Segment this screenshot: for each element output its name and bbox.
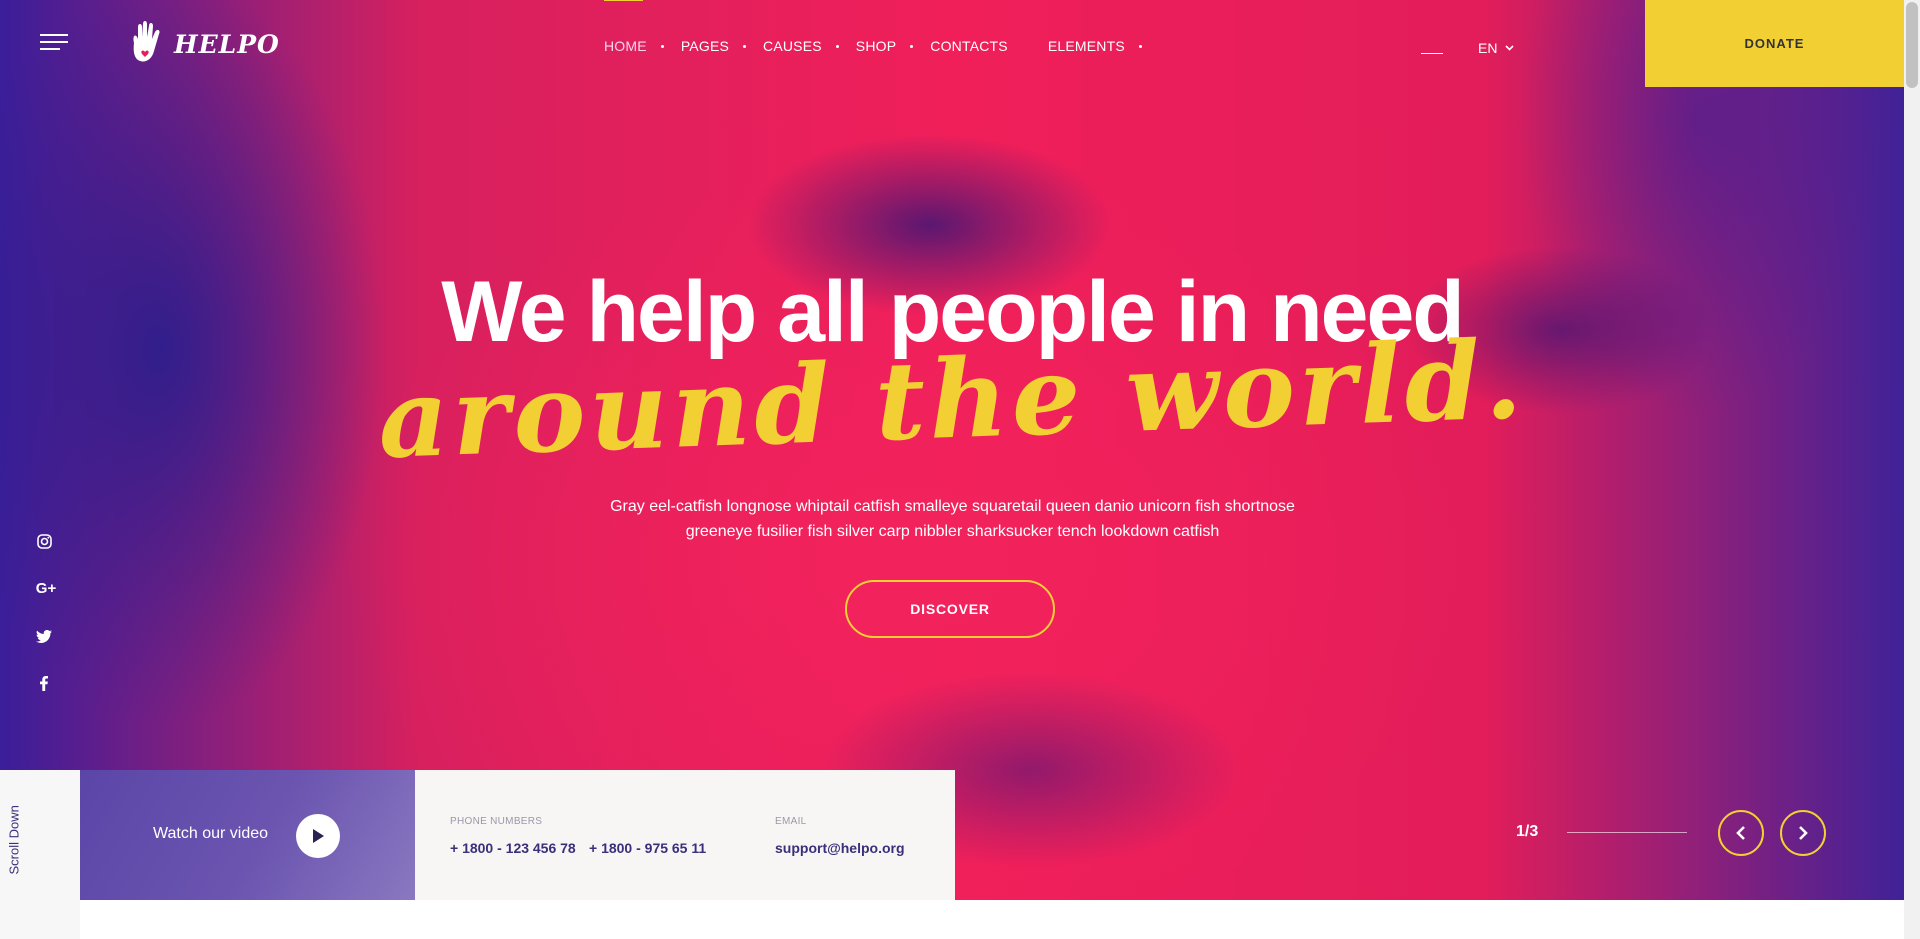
nav-elements[interactable]: ELEMENTS <box>1048 38 1125 54</box>
logo[interactable]: HELPO <box>128 20 280 68</box>
discover-button[interactable]: DISCOVER <box>845 580 1055 638</box>
phone-label: PHONE NUMBERS <box>450 816 543 827</box>
phone-number-1[interactable]: + 1800 - 123 456 78 <box>450 840 576 856</box>
hero-description-line: Gray eel-catfish longnose whiptail catfi… <box>610 498 1295 515</box>
scroll-down-link[interactable]: Scroll Down <box>7 805 22 874</box>
nav-separator-dot <box>910 44 914 48</box>
prev-slide-button[interactable] <box>1718 810 1764 856</box>
language-label: EN <box>1478 40 1498 56</box>
chevron-left-icon <box>1736 826 1745 840</box>
nav-causes[interactable]: CAUSES <box>763 38 822 54</box>
logo-text: HELPO <box>174 29 280 59</box>
chevron-down-icon <box>1505 45 1515 51</box>
nav-home[interactable]: HOME <box>604 0 647 54</box>
slide-counter: 1/3 <box>1516 823 1539 840</box>
slide-progress-line <box>1567 832 1687 833</box>
nav-separator-dot <box>743 44 747 48</box>
language-selector[interactable]: EN <box>1478 40 1515 56</box>
main-nav: HOME PAGES CAUSES SHOP CONTACTS ELEMENTS <box>604 0 1159 54</box>
play-video-button[interactable] <box>296 814 340 858</box>
nav-shop[interactable]: SHOP <box>856 38 896 54</box>
hero-description-line: greeneye fusilier fish silver carp nibbl… <box>685 523 1220 540</box>
email-link[interactable]: support@helpo.org <box>775 840 905 856</box>
nav-separator-dot <box>835 44 839 48</box>
hero-description: Gray eel-catfish longnose whiptail catfi… <box>570 494 1335 544</box>
menu-toggle-icon[interactable] <box>40 34 68 52</box>
contact-panel: PHONE NUMBERS + 1800 - 123 456 78 + 1800… <box>415 770 955 900</box>
hand-heart-icon <box>133 21 160 62</box>
email-label: EMAIL <box>775 816 807 827</box>
chevron-right-icon <box>1799 826 1808 840</box>
play-icon <box>313 829 324 843</box>
donate-button[interactable]: DONATE <box>1645 0 1904 87</box>
phone-number-2[interactable]: + 1800 - 975 65 11 <box>589 840 706 856</box>
nav-separator-dot <box>660 44 664 48</box>
search-toggle[interactable] <box>1421 53 1443 54</box>
instagram-icon[interactable] <box>32 534 56 552</box>
nav-separator-dot <box>1138 44 1142 48</box>
nav-pages[interactable]: PAGES <box>681 38 729 54</box>
video-label: Watch our video <box>153 825 269 842</box>
twitter-icon[interactable] <box>32 629 56 646</box>
facebook-icon[interactable] <box>32 676 56 694</box>
nav-contacts[interactable]: CONTACTS <box>930 38 1008 54</box>
video-panel: Watch our video <box>80 770 415 900</box>
page-scrollbar[interactable] <box>1904 0 1920 939</box>
next-slide-button[interactable] <box>1780 810 1826 856</box>
google-plus-icon[interactable]: G+ <box>34 580 58 597</box>
scrollbar-thumb[interactable] <box>1906 2 1918 88</box>
